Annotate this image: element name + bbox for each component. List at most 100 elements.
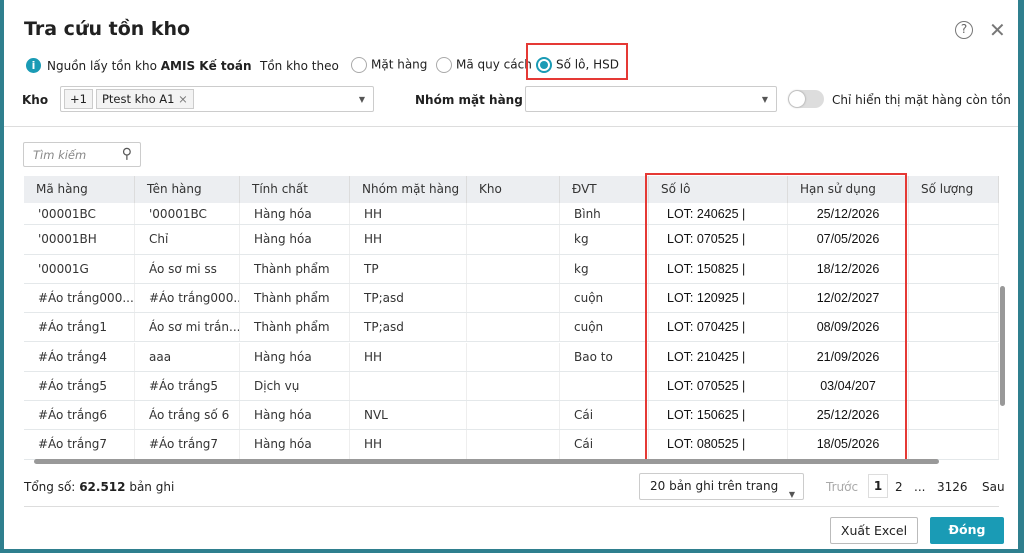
source-value: AMIS Kế toán (160, 59, 252, 73)
page-last[interactable]: 3126 (937, 480, 968, 494)
cell-tinh-chat: Hàng hóa (240, 430, 350, 459)
cell-tinh-chat: Thành phẩm (240, 313, 350, 342)
cell-ten-hang: Áo trắng số 6 (135, 401, 240, 430)
radio-selected-icon[interactable] (536, 57, 552, 73)
search-icon[interactable]: ⚲ (122, 146, 132, 162)
total-value: 62.512 (79, 480, 126, 494)
cell-ten-hang: '00001BC (135, 203, 240, 225)
cell-nhom-mat-hang (350, 371, 467, 401)
cell-dvt: cuộn (560, 283, 649, 313)
cell-ten-hang: Áo sơ mi ss (135, 254, 240, 283)
cell-so-luong (909, 430, 999, 459)
cell-so-luong (909, 203, 999, 225)
cell-kho (467, 342, 560, 371)
source-text: Nguồn lấy tồn kho AMIS Kế toán (47, 59, 252, 73)
cell-nhom-mat-hang: NVL (350, 401, 467, 430)
remove-chip-icon[interactable]: × (178, 92, 188, 106)
info-icon: i (26, 58, 41, 73)
column-header-ten-hang[interactable]: Tên hàng (135, 176, 240, 203)
cell-nhom-mat-hang: TP;asd (350, 283, 467, 313)
cell-ten-hang: #Áo trắng5 (135, 371, 240, 401)
cell-so-luong (909, 371, 999, 401)
column-header-nhom-mat-hang[interactable]: Nhóm mặt hàng (350, 176, 467, 203)
cell-ma-hang: #Áo trắng4 (24, 342, 135, 371)
column-header-ma-hang[interactable]: Mã hàng (24, 176, 135, 203)
prev-page[interactable]: Trước (826, 480, 858, 494)
cell-ma-hang: #Áo trắng6 (24, 401, 135, 430)
column-header-tinh-chat[interactable]: Tính chất (240, 176, 350, 203)
cell-nhom-mat-hang: HH (350, 225, 467, 254)
radio-icon[interactable] (436, 57, 452, 73)
cell-tinh-chat: Dịch vụ (240, 371, 350, 401)
dialog-title: Tra cứu tồn kho (24, 18, 191, 40)
cell-ma-hang: #Áo trắng5 (24, 371, 135, 401)
chevron-down-icon[interactable]: ▼ (789, 482, 795, 507)
total-records: Tổng số: 62.512 bản ghi (24, 480, 174, 494)
radio-mat-hang[interactable]: Mặt hàng (351, 57, 427, 73)
cell-nhom-mat-hang: HH (350, 342, 467, 371)
radio-so-lo-hsd[interactable]: Số lô, HSD (536, 57, 619, 73)
cell-nhom-mat-hang: TP;asd (350, 313, 467, 342)
cell-tinh-chat: Hàng hóa (240, 342, 350, 371)
cell-tinh-chat: Hàng hóa (240, 225, 350, 254)
radio-icon[interactable] (351, 57, 367, 73)
cell-dvt (560, 371, 649, 401)
cell-kho (467, 401, 560, 430)
column-header-dvt[interactable]: ĐVT (560, 176, 649, 203)
cell-ma-hang: #Áo trắng7 (24, 430, 135, 459)
page-1[interactable]: 1 (868, 474, 888, 498)
cell-so-luong (909, 342, 999, 371)
vertical-scrollbar[interactable] (999, 176, 1007, 460)
cell-ma-hang: '00001G (24, 254, 135, 283)
cell-kho (467, 313, 560, 342)
cell-ten-hang: Chỉ (135, 225, 240, 254)
cell-ten-hang: Áo sơ mi trắn... (135, 313, 240, 342)
warehouse-chip: Ptest kho A1 × (95, 89, 194, 109)
total-unit: bản ghi (129, 480, 175, 494)
radio-label: Số lô, HSD (556, 57, 619, 72)
cell-kho (467, 283, 560, 313)
cell-dvt: Cái (560, 430, 649, 459)
search-input[interactable]: Tìm kiếm ⚲ (23, 142, 141, 167)
cell-dvt: Bao to (560, 342, 649, 371)
column-header-so-luong[interactable]: Số lượng (909, 176, 999, 203)
stock-lookup-dialog: Tra cứu tồn kho ? ✕ i Nguồn lấy tồn kho … (4, 0, 1018, 549)
cell-ma-hang: #Áo trắng000... (24, 283, 135, 313)
page-2[interactable]: 2 (895, 480, 903, 494)
help-icon[interactable]: ? (955, 21, 973, 39)
close-icon[interactable]: ✕ (989, 18, 1006, 42)
cell-dvt: Bình (560, 203, 649, 225)
divider (24, 506, 999, 507)
kho-label: Kho (22, 93, 49, 107)
page-size-value: 20 bản ghi trên trang (650, 479, 779, 493)
cell-so-luong (909, 401, 999, 430)
column-header-kho[interactable]: Kho (467, 176, 560, 203)
scroll-thumb[interactable] (1000, 286, 1005, 406)
radio-ma-quy-cach[interactable]: Mã quy cách (436, 57, 532, 73)
chip-label: Ptest kho A1 (101, 92, 175, 106)
export-excel-button[interactable]: Xuất Excel (830, 517, 918, 544)
in-stock-toggle[interactable] (788, 90, 824, 108)
next-page[interactable]: Sau (982, 480, 1005, 494)
close-button[interactable]: Đóng (930, 517, 1004, 544)
cell-kho (467, 254, 560, 283)
horizontal-scrollbar[interactable] (24, 458, 999, 465)
page-size-select[interactable]: 20 bản ghi trên trang ▼ (639, 473, 804, 500)
nhom-label: Nhóm mặt hàng (415, 93, 523, 107)
chevron-down-icon[interactable]: ▼ (762, 95, 768, 104)
cell-kho (467, 371, 560, 401)
cell-nhom-mat-hang: TP (350, 254, 467, 283)
kho-select[interactable]: +1 Ptest kho A1 × ▼ (60, 86, 374, 112)
chevron-down-icon[interactable]: ▼ (359, 95, 365, 104)
cell-tinh-chat: Hàng hóa (240, 401, 350, 430)
scroll-thumb[interactable] (34, 459, 939, 464)
cell-dvt: Cái (560, 401, 649, 430)
cell-dvt: kg (560, 254, 649, 283)
cell-so-luong (909, 283, 999, 313)
cell-nhom-mat-hang: HH (350, 430, 467, 459)
cell-tinh-chat: Thành phẩm (240, 254, 350, 283)
highlight-box (645, 173, 907, 463)
nhom-select[interactable]: ▼ (525, 86, 777, 112)
radio-label: Mã quy cách (456, 57, 532, 72)
cell-tinh-chat: Thành phẩm (240, 283, 350, 313)
